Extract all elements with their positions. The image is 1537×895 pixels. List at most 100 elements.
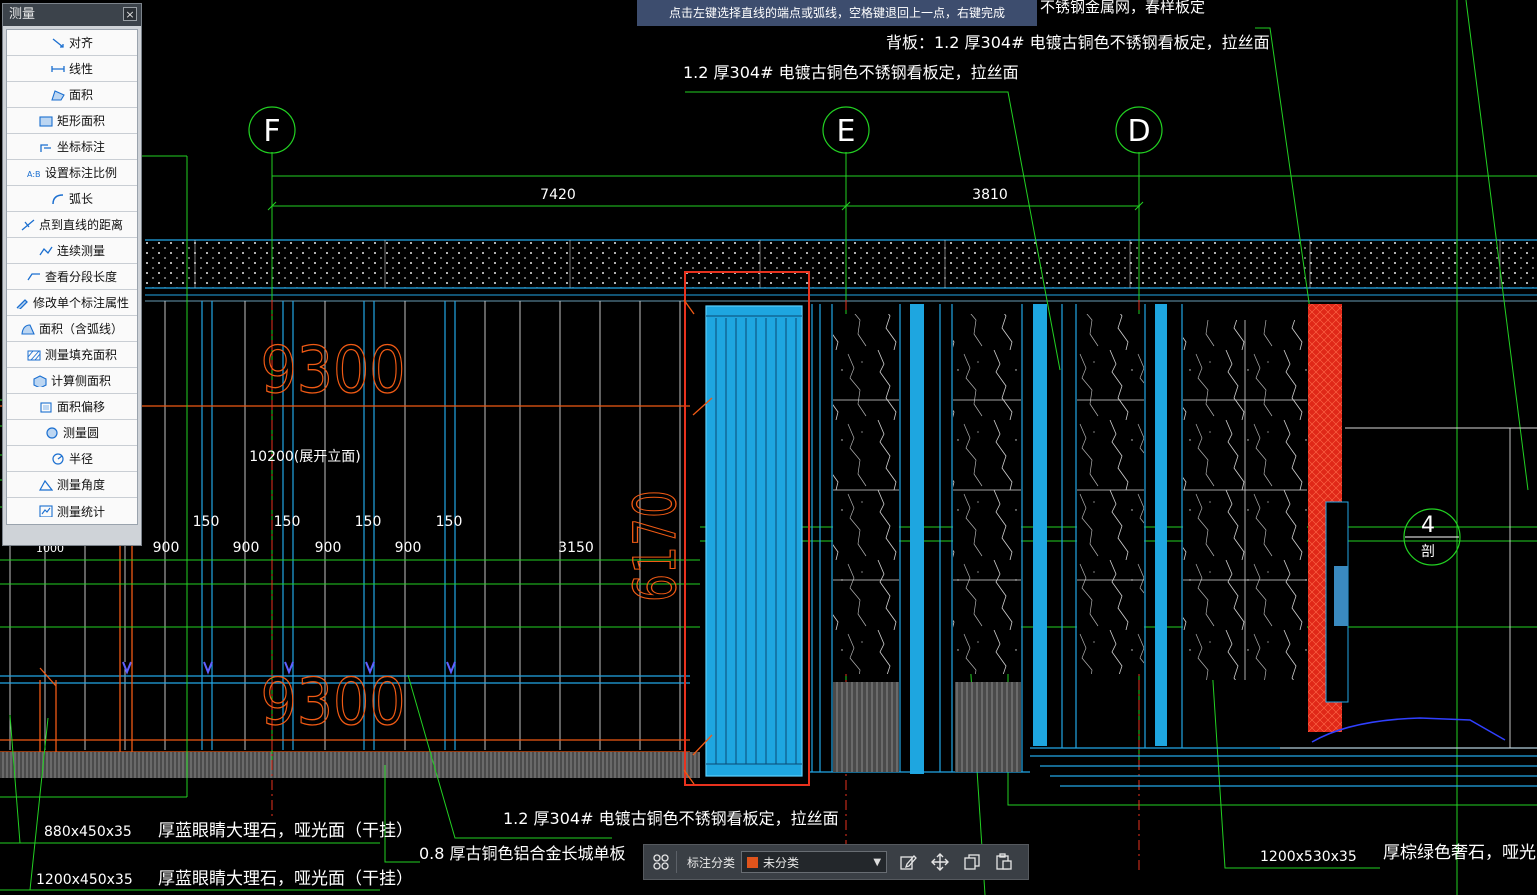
measure-tool-label: 弧长: [68, 192, 93, 206]
axis-bubble-e: E: [822, 106, 870, 154]
svg-text:3810: 3810: [972, 187, 1008, 203]
measure-tool-label: 线性: [68, 62, 93, 76]
measure-tool-item[interactable]: 对齐: [7, 30, 137, 56]
svg-text:0.8 厚古铜色铝合金长城单板: 0.8 厚古铜色铝合金长城单板: [419, 844, 626, 863]
floor-strip: [0, 752, 700, 778]
continuous-measure-icon: [39, 245, 53, 257]
measure-tool-item[interactable]: 测量填充面积: [7, 342, 137, 368]
svg-text:1200x450x35: 1200x450x35: [36, 872, 133, 888]
side-area-icon: [33, 374, 47, 387]
measure-tool-label: 对齐: [68, 36, 93, 50]
circle-measure-icon: [45, 426, 59, 439]
svg-text:厚棕绿色奢石，哑光面（: 厚棕绿色奢石，哑光面（: [1383, 843, 1537, 863]
svg-text:900: 900: [315, 540, 342, 556]
svg-text:4: 4: [1421, 513, 1435, 538]
toolbar-divider: [676, 851, 677, 873]
svg-text:9300: 9300: [261, 334, 406, 408]
align-measure-icon: [51, 37, 65, 49]
svg-text:150: 150: [355, 514, 382, 530]
measure-tool-item[interactable]: 半径: [7, 446, 137, 472]
hatch-area-icon: [27, 349, 41, 361]
segment-length-icon: [27, 271, 41, 283]
measure-tool-label: 修改单个标注属性: [32, 296, 129, 310]
measure-tool-item[interactable]: 面积: [7, 82, 137, 108]
svg-text:A:B: A:B: [27, 170, 41, 179]
measure-tool-item[interactable]: 测量圆: [7, 420, 137, 446]
measure-panel: 测量 × 对齐 线性 面积 矩形面积 坐标标注 A:B 设置标注比例 弧长 点到直线的距离 连续测…: [2, 3, 142, 546]
panel-title: 测量: [9, 7, 36, 22]
measure-tool-label: 设置标注比例: [44, 166, 117, 180]
svg-text:F: F: [263, 114, 280, 149]
measure-tool-item[interactable]: 面积（含弧线）: [7, 316, 137, 342]
copy-icon[interactable]: [961, 851, 983, 873]
svg-text:900: 900: [233, 540, 260, 556]
rect-area-icon: [39, 115, 53, 127]
command-hint-tooltip: 点击左键选择直线的端点或弧线，空格键退回上一点，右键完成: [637, 0, 1037, 26]
section-bubble: 4 剖: [1403, 508, 1461, 566]
measure-tool-label: 点到直线的距离: [38, 218, 123, 232]
chevron-down-icon: ▼: [873, 856, 882, 868]
svg-text:900: 900: [395, 540, 422, 556]
panel-titlebar[interactable]: 测量 ×: [3, 4, 141, 26]
svg-text:900: 900: [153, 540, 180, 556]
measure-tool-label: 查看分段长度: [44, 270, 117, 284]
grid-icon[interactable]: [650, 851, 672, 873]
measure-tool-item[interactable]: 测量角度: [7, 472, 137, 498]
arc-area-icon: [21, 323, 35, 335]
measure-tool-item[interactable]: 点到直线的距离: [7, 212, 137, 238]
measure-tool-label: 测量圆: [62, 426, 99, 440]
scale-icon: A:B: [27, 167, 41, 179]
area-offset-icon: [39, 401, 53, 413]
angle-icon: [38, 479, 53, 491]
measure-tool-label: 半径: [68, 452, 93, 466]
edit-dimension-icon: [15, 297, 29, 309]
svg-text:10200(展开立面): 10200(展开立面): [249, 449, 360, 465]
svg-text:厚蓝眼睛大理石，哑光面（干挂）: 厚蓝眼睛大理石，哑光面（干挂）: [158, 821, 413, 841]
measure-tool-item[interactable]: 面积偏移: [7, 394, 137, 420]
measure-tool-item[interactable]: 查看分段长度: [7, 264, 137, 290]
svg-text:150: 150: [274, 514, 301, 530]
measure-tool-label: 坐标标注: [56, 140, 105, 154]
svg-text:7420: 7420: [540, 187, 576, 203]
close-button[interactable]: ×: [123, 7, 137, 21]
svg-text:9300: 9300: [261, 666, 406, 740]
svg-text:不锈钢金属网，春样板定: 不锈钢金属网，春样板定: [1040, 0, 1205, 16]
svg-text:1.2 厚304# 电镀古铜色不锈钢看板定，拉丝面: 1.2 厚304# 电镀古铜色不锈钢看板定，拉丝面: [683, 63, 1019, 82]
category-value: 未分类: [763, 855, 800, 870]
paste-icon[interactable]: [993, 851, 1015, 873]
measure-tool-item[interactable]: 修改单个标注属性: [7, 290, 137, 316]
arc-length-icon: [51, 193, 65, 205]
measure-tool-item[interactable]: 连续测量: [7, 238, 137, 264]
measure-tool-item[interactable]: 坐标标注: [7, 134, 137, 160]
svg-text:3150: 3150: [558, 540, 594, 556]
move-icon[interactable]: [929, 851, 951, 873]
svg-text:150: 150: [436, 514, 463, 530]
dimension-toolbar: 标注分类 未分类 ▼: [643, 844, 1029, 880]
svg-text:E: E: [837, 114, 856, 149]
measure-tool-label: 测量统计: [56, 504, 105, 519]
category-color-swatch: [747, 856, 759, 868]
axis-bubble-f: F: [248, 106, 296, 154]
svg-text:1200x530x35: 1200x530x35: [1260, 849, 1357, 865]
measure-tool-item[interactable]: 线性: [7, 56, 137, 82]
measure-tool-item[interactable]: 弧长: [7, 186, 137, 212]
svg-text:6170: 6170: [621, 490, 689, 602]
cad-canvas[interactable]: F E D 4 剖 7420 3810 10200(展开立面) 150 150 …: [0, 0, 1537, 895]
measure-tool-item[interactable]: 测量统计: [7, 498, 137, 524]
svg-text:厚蓝眼睛大理石，哑光面（干挂）: 厚蓝眼睛大理石，哑光面（干挂）: [158, 869, 413, 889]
measure-tool-item[interactable]: A:B 设置标注比例: [7, 160, 137, 186]
svg-text:背板：1.2 厚304# 电镀古铜色不锈钢看板定，拉丝面: 背板：1.2 厚304# 电镀古铜色不锈钢看板定，拉丝面: [886, 33, 1270, 52]
point-line-distance-icon: [21, 219, 35, 231]
statistics-icon: [39, 505, 53, 517]
measure-tool-label: 测量角度: [56, 478, 105, 492]
measure-tool-list: 对齐 线性 面积 矩形面积 坐标标注 A:B 设置标注比例 弧长 点到直线的距离 连续测量 查看分段…: [6, 29, 138, 525]
svg-text:880x450x35: 880x450x35: [44, 824, 132, 840]
measure-tool-label: 面积（含弧线）: [38, 322, 123, 336]
wall-panel-column-selected: [705, 305, 803, 777]
measure-tool-item[interactable]: 矩形面积: [7, 108, 137, 134]
svg-text:1.2 厚304# 电镀古铜色不锈钢看板定，拉丝面: 1.2 厚304# 电镀古铜色不锈钢看板定，拉丝面: [503, 809, 839, 828]
edit-icon[interactable]: [897, 851, 919, 873]
measure-tool-item[interactable]: 计算侧面积: [7, 368, 137, 394]
measure-tool-label: 面积: [68, 88, 93, 102]
category-dropdown[interactable]: 未分类 ▼: [741, 851, 888, 873]
